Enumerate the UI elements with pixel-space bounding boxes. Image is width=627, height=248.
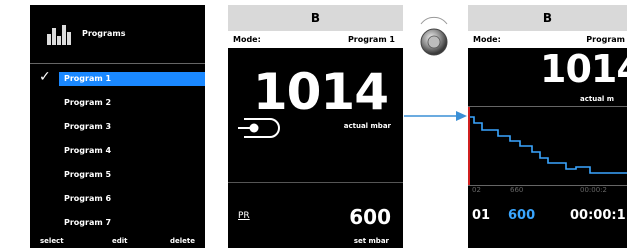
program-list-screen: Programs ✓ Program 1 Program 2 Program 3… xyxy=(30,5,205,248)
pressure-graph xyxy=(468,106,627,186)
list-item-label: Program 4 xyxy=(64,146,112,155)
prev-step: 02 xyxy=(472,186,481,194)
program-list-header: Programs xyxy=(30,5,205,63)
actual-pressure-value: 1014 xyxy=(252,63,389,121)
set-pressure-value: 600 xyxy=(349,205,391,229)
program-list-title: Programs xyxy=(82,29,126,38)
edit-softkey[interactable]: edit xyxy=(112,237,128,245)
current-value: 600 xyxy=(508,208,536,223)
screen-title: B xyxy=(228,5,403,31)
list-item-label: Program 7 xyxy=(64,218,112,227)
checkmark-icon: ✓ xyxy=(39,69,51,85)
graph-line xyxy=(470,116,627,174)
actual-label: actual m xyxy=(580,95,615,103)
rotary-knob-icon[interactable] xyxy=(416,14,452,62)
run-screen: B Mode: Program 1 1014 actual mbar PR 60… xyxy=(228,5,403,248)
pump-icon xyxy=(238,118,280,138)
prev-value: 660 xyxy=(510,186,524,194)
list-item-program-3[interactable]: Program 3 xyxy=(30,120,205,134)
mode-value: Program xyxy=(586,35,625,44)
graph-screen: B Mode: Program 1014 actual m 02 660 00:… xyxy=(468,5,627,248)
mode-bar: Mode: Program 1 xyxy=(228,31,403,48)
list-item-label: Program 2 xyxy=(64,98,112,107)
actual-label: actual mbar xyxy=(343,122,391,130)
list-item-label: Program 6 xyxy=(64,194,112,203)
screen-title: B xyxy=(468,5,627,31)
current-time: 00:00:1 xyxy=(570,208,626,223)
pressure-curve xyxy=(468,107,627,185)
list-item-label: Program 3 xyxy=(64,122,112,131)
list-item-program-1[interactable]: ✓ Program 1 xyxy=(30,69,205,86)
divider xyxy=(30,63,205,64)
current-step: 01 xyxy=(472,208,491,223)
bar-chart-icon xyxy=(47,25,71,45)
list-item-program-6[interactable]: Program 6 xyxy=(30,192,205,206)
mode-bar: Mode: Program xyxy=(468,31,627,48)
arrow-right-icon xyxy=(404,111,467,121)
divider xyxy=(228,182,403,183)
mode-label: Mode: xyxy=(473,35,501,44)
delete-softkey[interactable]: delete xyxy=(170,237,195,245)
list-item-program-7[interactable]: Program 7 xyxy=(30,216,205,230)
list-item-program-4[interactable]: Program 4 xyxy=(30,144,205,158)
list-item-program-5[interactable]: Program 5 xyxy=(30,168,205,182)
select-softkey[interactable]: select xyxy=(40,237,64,245)
list-item-label: Program 1 xyxy=(64,74,112,83)
pr-label: PR xyxy=(238,211,250,221)
prev-time: 00:00:2 xyxy=(580,186,607,194)
mode-value: Program 1 xyxy=(347,35,395,44)
list-item-program-2[interactable]: Program 2 xyxy=(30,96,205,110)
mode-label: Mode: xyxy=(233,35,261,44)
actual-pressure-value: 1014 xyxy=(540,47,627,91)
list-item-label: Program 5 xyxy=(64,170,112,179)
set-label: set mbar xyxy=(353,237,389,245)
